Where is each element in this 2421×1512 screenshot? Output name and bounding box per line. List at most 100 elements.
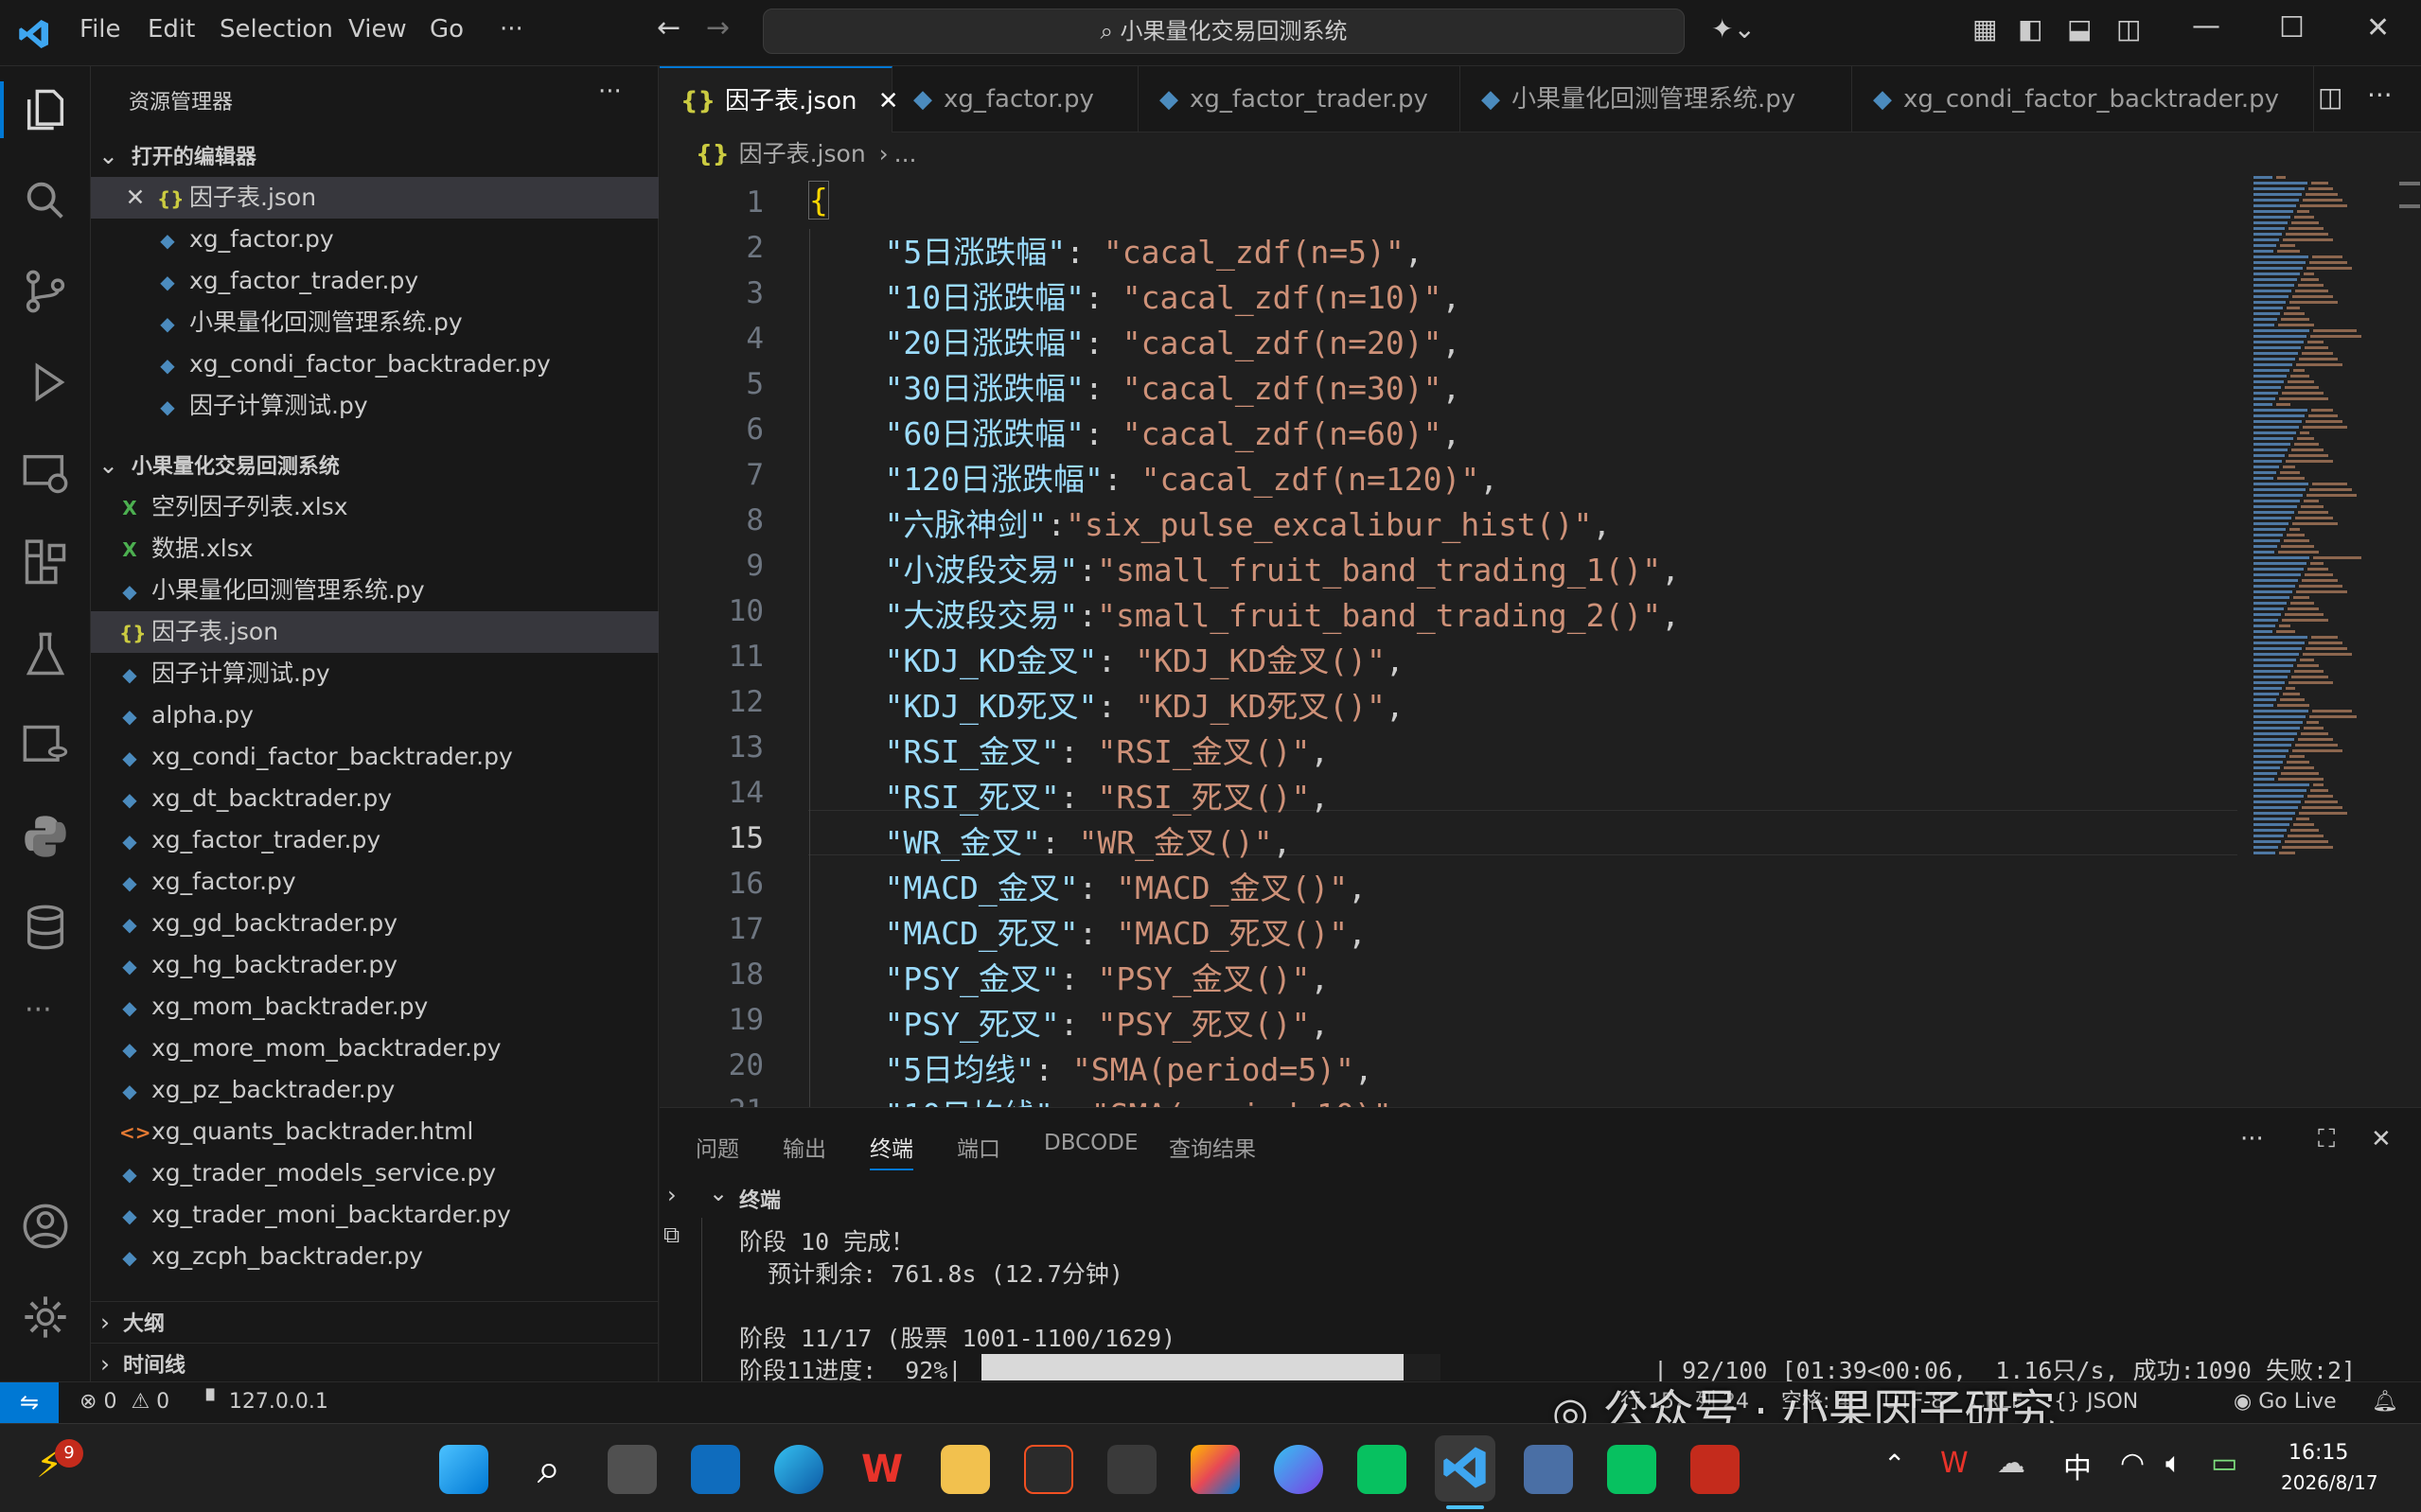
close-window-icon[interactable]: ✕: [2366, 11, 2390, 44]
microsoft-store-icon[interactable]: [1024, 1445, 1073, 1494]
edge-icon[interactable]: [774, 1445, 823, 1494]
menu-file[interactable]: File: [80, 15, 121, 44]
qmt-trading-icon[interactable]: [1690, 1445, 1740, 1494]
task-view-icon[interactable]: [608, 1445, 657, 1494]
menu-view[interactable]: View: [348, 15, 407, 44]
toggle-panel-icon[interactable]: ⬓: [2067, 13, 2092, 44]
editor-more-icon[interactable]: ···: [2367, 79, 2393, 111]
file-explorer-icon[interactable]: [941, 1445, 990, 1494]
toggle-sidebar-icon[interactable]: ◧: [2018, 13, 2042, 44]
paint-icon[interactable]: [1191, 1445, 1240, 1494]
wifi-icon[interactable]: ◠: [2120, 1447, 2145, 1480]
close-panel-icon[interactable]: ✕: [2371, 1125, 2392, 1153]
go-live-button[interactable]: ◉ Go Live: [2234, 1382, 2337, 1422]
maximize-icon[interactable]: ☐: [2279, 11, 2305, 44]
tab-xg-factor[interactable]: ◆ xg_factor.py: [892, 66, 1139, 132]
outline-header[interactable]: › 大纲: [91, 1301, 659, 1343]
extensions-icon[interactable]: [21, 539, 70, 589]
wps-icon[interactable]: W: [857, 1445, 907, 1494]
file-tree-item[interactable]: ◆ xg_zcph_backtrader.py: [91, 1236, 659, 1277]
forward-arrow-icon[interactable]: →: [706, 11, 730, 44]
open-editors-header[interactable]: ⌄ 打开的编辑器: [91, 135, 659, 177]
panel-tab-problems[interactable]: 问题: [696, 1131, 739, 1163]
file-tree-item[interactable]: ◆ xg_condi_factor_backtrader.py: [91, 736, 659, 778]
breadcrumb-symbol[interactable]: ...: [894, 140, 917, 167]
file-tree-item[interactable]: ◆ 因子计算测试.py: [91, 653, 659, 694]
ime-indicator[interactable]: 中: [2063, 1445, 2092, 1486]
terminal-session-icon[interactable]: ⧉: [663, 1222, 680, 1248]
file-tree-item[interactable]: ◆ xg_mom_backtrader.py: [91, 986, 659, 1028]
menu-edit[interactable]: Edit: [148, 15, 195, 44]
python-icon[interactable]: [21, 812, 70, 861]
panel-tab-terminal[interactable]: 终端: [870, 1131, 913, 1170]
file-tree-item[interactable]: ◆ xg_trader_moni_backtarder.py: [91, 1194, 659, 1236]
panel-tab-query-results[interactable]: 查询结果: [1169, 1131, 1256, 1163]
menu-selection[interactable]: Selection: [220, 15, 333, 44]
open-editor-item[interactable]: ◆ xg_condi_factor_backtrader.py: [91, 343, 659, 385]
customize-layout-icon[interactable]: ▦: [1972, 13, 1997, 44]
accounts-icon[interactable]: [21, 1202, 70, 1251]
panel-tab-ports[interactable]: 端口: [957, 1131, 1000, 1163]
command-center-search[interactable]: ⌕ 小果量化交易回测系统: [763, 9, 1685, 54]
remote-indicator-icon[interactable]: ⇋: [0, 1382, 59, 1423]
wps-tray-icon[interactable]: W: [1940, 1447, 1969, 1480]
file-tree-item[interactable]: <>xg_quants_backtrader.html: [91, 1111, 659, 1152]
clock-time[interactable]: 16:15: [2288, 1441, 2348, 1465]
file-tree-item[interactable]: X 空列因子列表.xlsx: [91, 486, 659, 528]
tab-condi-factor-backtrader[interactable]: ◆ xg_condi_factor_backtrader.py: [1852, 66, 2314, 132]
notifications-bell-icon[interactable]: 🔔︎: [2372, 1382, 2398, 1422]
clock-date[interactable]: 2026/8/17: [2281, 1471, 2378, 1494]
file-tree-item[interactable]: ◆ xg_gd_backtrader.py: [91, 903, 659, 944]
edge-ai-icon[interactable]: [1274, 1445, 1323, 1494]
timeline-header[interactable]: › 时间线: [91, 1343, 659, 1384]
panel-more-icon[interactable]: ···: [2240, 1125, 2264, 1153]
outlook-icon[interactable]: [691, 1445, 740, 1494]
database-icon[interactable]: [21, 903, 70, 952]
file-tree-item[interactable]: ◆ alpha.py: [91, 694, 659, 736]
project-folder-header[interactable]: ⌄ 小果量化交易回测系统: [91, 445, 659, 486]
search-icon[interactable]: ⌕: [524, 1445, 574, 1494]
volume-muted-icon[interactable]: 🔈︎: [2165, 1447, 2182, 1480]
open-editor-item[interactable]: ✕ {} 因子表.json: [91, 177, 659, 219]
cloud-tray-icon[interactable]: ☁: [1997, 1447, 2025, 1480]
open-editor-item[interactable]: ◆ xg_factor.py: [91, 219, 659, 260]
database-client-icon[interactable]: [21, 721, 70, 770]
file-tree-item[interactable]: ◆ xg_pz_backtrader.py: [91, 1069, 659, 1111]
battery-icon[interactable]: ▭: [2211, 1447, 2237, 1480]
file-tree-item[interactable]: {} 因子表.json: [91, 611, 659, 653]
file-tree-item[interactable]: ◆ xg_factor.py: [91, 861, 659, 903]
code-editor[interactable]: 1 {2 "5日涨跌幅": "cacal_zdf(n=5)", 3 "10日涨跌幅"…: [660, 176, 2421, 1107]
file-tree-item[interactable]: ◆ xg_trader_models_service.py: [91, 1152, 659, 1194]
run-debug-icon[interactable]: [21, 358, 70, 407]
source-control-icon[interactable]: [21, 267, 70, 316]
language-status[interactable]: {} JSON: [2054, 1382, 2138, 1422]
open-editor-item[interactable]: ◆ 小果量化回测管理系统.py: [91, 302, 659, 343]
show-hidden-icons[interactable]: ⌃: [1883, 1449, 1905, 1480]
tab-backtest-manager[interactable]: ◆ 小果量化回测管理系统.py: [1460, 66, 1852, 132]
more-views-icon[interactable]: ···: [25, 993, 52, 1027]
problems-status[interactable]: ⊗ 0 ⚠ 0: [80, 1382, 169, 1422]
file-tree-item[interactable]: ◆ xg_more_mom_backtrader.py: [91, 1028, 659, 1069]
back-arrow-icon[interactable]: ←: [657, 11, 680, 44]
testing-icon[interactable]: [21, 630, 70, 679]
explorer-icon[interactable]: [21, 85, 70, 134]
file-tree-item[interactable]: ◆ xg_hg_backtrader.py: [91, 944, 659, 986]
menu-more[interactable]: ···: [500, 15, 523, 44]
search-icon[interactable]: [21, 176, 70, 225]
terminal-area[interactable]: › ⌄ 终端 ⧉ 阶段 10 完成！ 预计剩余: 761.8s (12.7分钟)…: [660, 1176, 2421, 1384]
remote-desktop-icon[interactable]: [1524, 1445, 1573, 1494]
tab-xg-factor-trader[interactable]: ◆ xg_factor_trader.py: [1139, 66, 1460, 132]
shopping-bag-icon[interactable]: [1357, 1445, 1406, 1494]
breadcrumb-file[interactable]: 因子表.json: [739, 140, 866, 167]
wechat-icon[interactable]: [1607, 1445, 1656, 1494]
start-menu-icon[interactable]: [439, 1445, 488, 1494]
maximize-panel-icon[interactable]: ⛶: [2318, 1125, 2335, 1154]
file-tree-item[interactable]: X 数据.xlsx: [91, 528, 659, 570]
host-status[interactable]: ▘ 127.0.0.1: [206, 1382, 328, 1422]
open-editor-item[interactable]: ◆ 因子计算测试.py: [91, 385, 659, 427]
minimize-icon[interactable]: —: [2192, 9, 2220, 43]
vscode-taskbar-icon[interactable]: [1435, 1435, 1495, 1502]
minimap[interactable]: [2250, 176, 2392, 1107]
settings-gear-icon[interactable]: [21, 1292, 70, 1342]
remote-explorer-icon[interactable]: [21, 448, 70, 498]
